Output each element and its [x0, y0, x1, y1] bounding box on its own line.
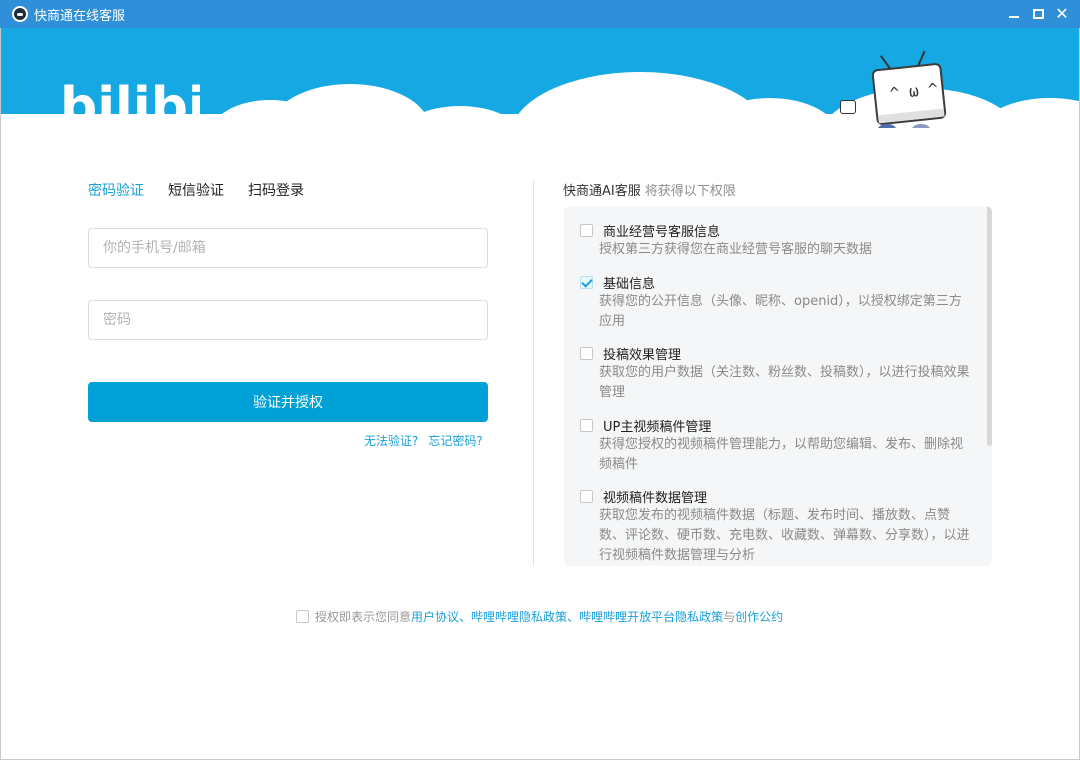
small-tv-icon: [840, 100, 856, 114]
permissions-scrollbar[interactable]: [987, 206, 992, 566]
minimize-icon: [1009, 16, 1019, 18]
minimize-button[interactable]: [1002, 0, 1026, 28]
forgot-password-link[interactable]: 忘记密码?: [428, 434, 482, 448]
permissions-panel[interactable]: 商业经营号客服信息 授权第三方获得您在商业经营号客服的聊天数据 基础信息 获得您…: [564, 206, 992, 566]
logo-text: bilibili: [60, 77, 200, 128]
permission-desc: 获得您授权的视频稿件管理能力，以帮助您编辑、发布、删除视频稿件: [599, 437, 964, 472]
bilibili-logo: bilibili: [60, 77, 200, 128]
title-bar: 快商通在线客服 ✕: [0, 0, 1080, 28]
account-input[interactable]: [88, 228, 488, 268]
header-banner: bilibili ^ ω ^: [0, 28, 1080, 128]
close-icon: ✕: [1055, 4, 1069, 23]
permission-desc: 获得您的公开信息（头像、昵称、openid），以授权绑定第三方应用: [599, 294, 962, 329]
permission-title: 投稿效果管理: [603, 347, 682, 363]
permission-item[interactable]: 基础信息 获得您的公开信息（头像、昵称、openid），以授权绑定第三方应用: [580, 272, 970, 332]
tab-password[interactable]: 密码验证: [88, 180, 144, 200]
permission-checkbox[interactable]: [580, 346, 593, 360]
permission-item[interactable]: 视频稿件数据管理 获取您发布的视频稿件数据（标题、发布时间、播放数、点赞数、评论…: [580, 486, 970, 566]
tv-mascot: ^ ω ^: [871, 50, 947, 126]
permission-checkbox[interactable]: [580, 418, 593, 432]
password-input[interactable]: [88, 300, 488, 340]
agreement-separator: 、: [459, 610, 472, 624]
permission-title: 基础信息: [603, 276, 656, 292]
permission-item[interactable]: 投稿效果管理 获取您的用户数据（关注数、粉丝数、投稿数），以进行投稿效果管理: [580, 343, 970, 403]
permission-desc: 获取您发布的视频稿件数据（标题、发布时间、播放数、点赞数、评论数、硬币数、充电数…: [599, 508, 970, 563]
permission-desc: 授权第三方获得您在商业经营号客服的聊天数据: [599, 242, 873, 257]
maximize-button[interactable]: [1026, 0, 1050, 28]
maximize-icon: [1032, 9, 1044, 19]
agreement-prefix: 授权即表示您同意: [315, 610, 412, 624]
permission-item[interactable]: UP主视频稿件管理 获得您授权的视频稿件管理能力，以帮助您编辑、发布、删除视频稿…: [580, 415, 970, 475]
creation-convention-link[interactable]: 创作公约: [735, 608, 783, 625]
mascot-face: ^ ω ^: [888, 79, 939, 103]
login-tabs: 密码验证 短信验证 扫码登录: [88, 180, 328, 200]
window-controls: ✕: [1002, 0, 1080, 28]
agreement-and: 与: [723, 610, 736, 624]
cannot-verify-link[interactable]: 无法验证?: [364, 434, 418, 448]
scrollbar-thumb[interactable]: [987, 206, 992, 446]
divider: [533, 180, 534, 566]
permission-title: UP主视频稿件管理: [603, 419, 712, 435]
tab-sms[interactable]: 短信验证: [168, 180, 224, 200]
permission-title: 视频稿件数据管理: [603, 490, 708, 506]
permission-checkbox[interactable]: [580, 223, 593, 237]
tab-qrcode[interactable]: 扫码登录: [248, 180, 304, 200]
permission-desc: 获取您的用户数据（关注数、粉丝数、投稿数），以进行投稿效果管理: [599, 365, 970, 400]
permissions-header: 快商通AI客服 将获得以下权限: [563, 180, 736, 199]
verify-authorize-button[interactable]: 验证并授权: [88, 382, 488, 422]
agreement-separator: 、: [567, 610, 580, 624]
permission-title: 商业经营号客服信息: [603, 224, 721, 240]
permission-checkbox[interactable]: [580, 489, 593, 503]
open-platform-policy-link[interactable]: 哔哩哔哩开放平台隐私政策: [579, 608, 723, 625]
app-icon: [12, 6, 28, 22]
permission-item[interactable]: 商业经营号客服信息 授权第三方获得您在商业经营号客服的聊天数据: [580, 220, 970, 260]
user-agreement-link[interactable]: 用户协议: [411, 608, 459, 625]
privacy-policy-link[interactable]: 哔哩哔哩隐私政策: [471, 608, 567, 625]
window-title: 快商通在线客服: [34, 8, 126, 24]
permissions-header-suffix: 将获得以下权限: [644, 184, 736, 199]
agreement-row: 授权即表示您同意 用户协议 、 哔哩哔哩隐私政策 、 哔哩哔哩开放平台隐私政策 …: [296, 608, 783, 625]
help-links: 无法验证? 忘记密码?: [364, 432, 483, 449]
close-button[interactable]: ✕: [1050, 0, 1074, 28]
agreement-checkbox[interactable]: [296, 610, 309, 623]
app-name: 快商通AI客服: [563, 184, 641, 199]
permission-checkbox[interactable]: [580, 275, 593, 289]
